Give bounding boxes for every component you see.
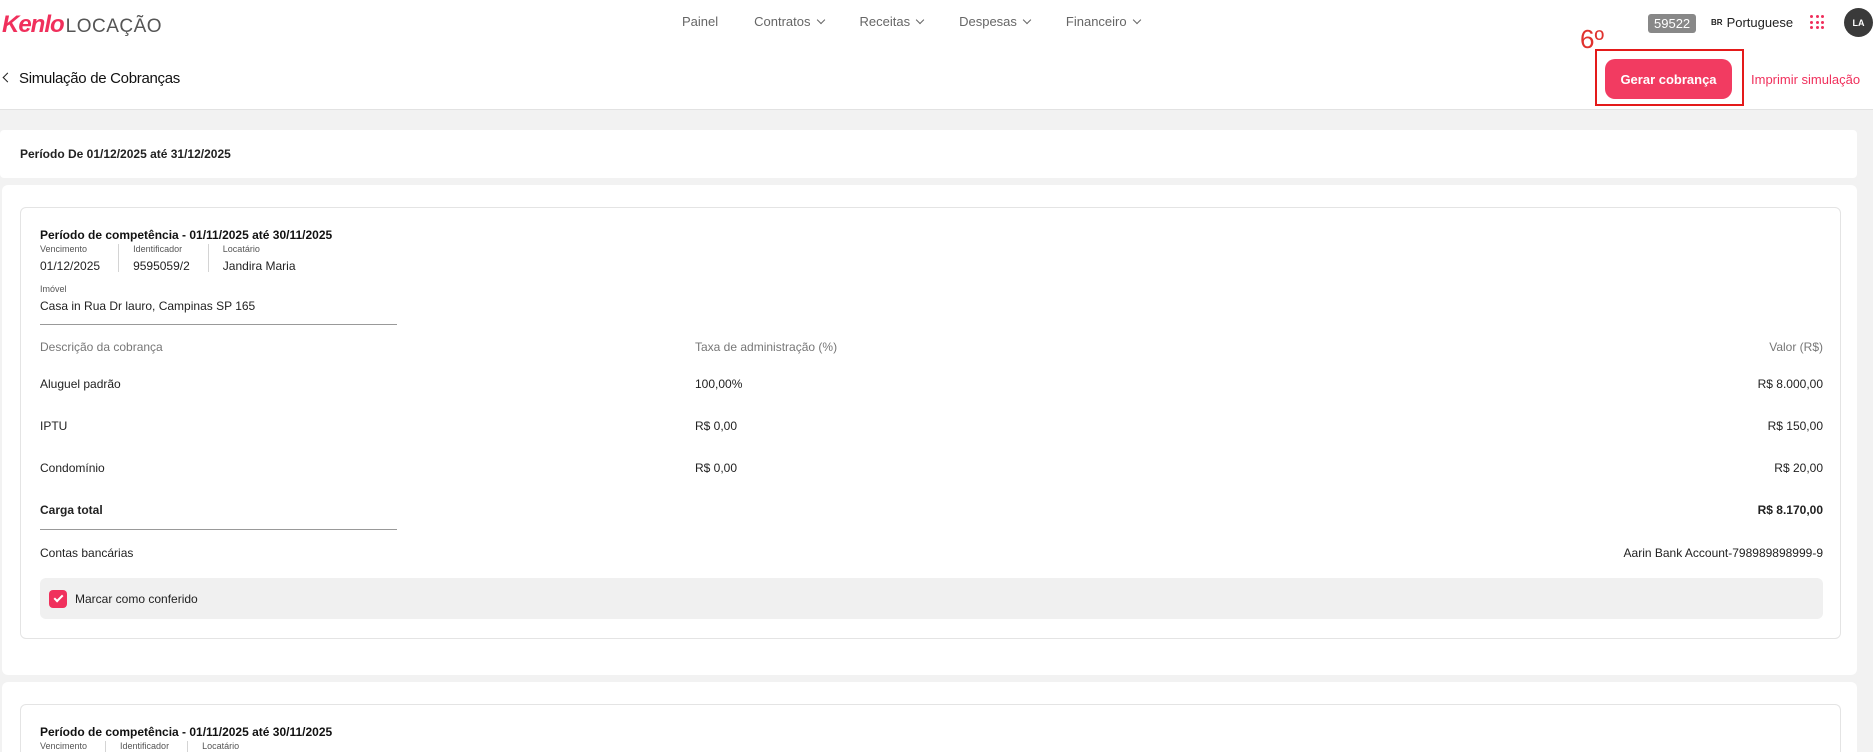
- item-description: Aluguel padrão: [40, 377, 121, 391]
- environment-badge: 59522: [1648, 14, 1697, 33]
- chevron-down-icon: [915, 15, 925, 25]
- competence-period: Período de competência - 01/11/2025 até …: [40, 228, 333, 242]
- chevron-down-icon: [816, 15, 825, 25]
- identifier-label: Identificador: [133, 244, 183, 254]
- item-value: R$ 8.000,00: [1757, 377, 1823, 391]
- tenant-label: Locatário: [222, 244, 260, 254]
- nav-financeiro[interactable]: Financeiro: [1065, 14, 1141, 29]
- period-bar: Período De 01/12/2025 até 31/12/2025: [0, 130, 1857, 178]
- charge-meta: Vencimento Identificador Locatário: [40, 741, 271, 752]
- nav-receitas[interactable]: Receitas: [859, 14, 925, 29]
- item-description: IPTU: [40, 419, 68, 433]
- kenlo-logo[interactable]: Kenlo LOCAÇÃO: [2, 11, 163, 38]
- identifier-label: Identificador: [120, 741, 170, 751]
- nav-despesas[interactable]: Despesas: [959, 14, 1032, 29]
- property-value: Casa in Rua Dr lauro, Campinas SP 165: [40, 299, 256, 313]
- logo-brand: Kenlo: [2, 11, 65, 38]
- charge-detail: Período de competência - 01/11/2025 até …: [20, 207, 1841, 639]
- due-date-field: Vencimento 01/12/2025: [40, 244, 120, 273]
- generate-charge-button[interactable]: Gerar cobrança: [1605, 59, 1732, 99]
- confirm-label: Marcar como conferido: [75, 591, 198, 606]
- col-admin-fee: Taxa de administração (%): [695, 340, 838, 354]
- item-fee: R$ 0,00: [695, 461, 738, 475]
- identifier-field: Identificador: [120, 741, 189, 752]
- page-title: Simulação de Cobranças: [19, 70, 180, 87]
- tenant-field: Locatário Jandira Maria: [222, 244, 314, 273]
- apps-grid-icon[interactable]: [1810, 15, 1824, 29]
- item-fee: R$ 0,00: [695, 419, 738, 433]
- item-value: R$ 20,00: [1774, 461, 1823, 475]
- item-value: R$ 150,00: [1767, 419, 1823, 433]
- col-value: Valor (R$): [1769, 340, 1823, 354]
- nav-label: Financeiro: [1065, 14, 1127, 29]
- tenant-value: Jandira Maria: [222, 259, 296, 273]
- logo-product: LOCAÇÃO: [65, 16, 163, 37]
- nav-label: Painel: [682, 14, 719, 29]
- chevron-down-icon: [1022, 15, 1032, 25]
- nav-contratos[interactable]: Contratos: [754, 14, 825, 29]
- property-field: Imóvel Casa in Rua Dr lauro, Campinas SP…: [40, 284, 255, 313]
- main-nav: Painel Contratos Receitas Despesas Finan…: [682, 14, 1176, 29]
- item-fee: 100,00%: [695, 377, 743, 391]
- competence-period: Período de competência - 01/11/2025 até …: [40, 725, 333, 739]
- charge-meta: Vencimento 01/12/2025 Identificador 9595…: [40, 244, 328, 273]
- tenant-label: Locatário: [202, 741, 240, 751]
- period-range: Período De 01/12/2025 até 31/12/2025: [20, 147, 231, 161]
- bank-accounts-label: Contas bancárias: [40, 546, 134, 560]
- due-date-field: Vencimento: [40, 741, 107, 752]
- charge-card: Período de competência - 01/11/2025 até …: [2, 682, 1857, 752]
- bank-account-value: Aarin Bank Account-798989898999-9: [1623, 546, 1823, 560]
- language-label: Portuguese: [1726, 15, 1794, 30]
- chevron-down-icon: [1132, 15, 1141, 25]
- confirm-bar: Marcar como conferido: [40, 578, 1823, 619]
- page-header: Simulação de Cobranças: [0, 46, 1873, 110]
- tenant-field: Locatário: [202, 741, 257, 752]
- nav-label: Contratos: [754, 14, 811, 29]
- nav-label: Despesas: [959, 14, 1017, 29]
- user-avatar[interactable]: LA: [1844, 8, 1873, 37]
- total-label: Carga total: [40, 503, 103, 517]
- print-simulation-link[interactable]: Imprimir simulação: [1751, 72, 1860, 87]
- due-date-label: Vencimento: [40, 244, 88, 254]
- col-description: Descrição da cobrança: [40, 340, 163, 354]
- total-value: R$ 8.170,00: [1757, 503, 1823, 517]
- due-date-label: Vencimento: [40, 741, 88, 751]
- charge-card: Período de competência - 01/11/2025 até …: [2, 185, 1857, 675]
- identifier-field: Identificador 9595059/2: [133, 244, 209, 273]
- charge-detail: Período de competência - 01/11/2025 até …: [20, 704, 1841, 752]
- divider: [40, 324, 397, 325]
- language-code: BR: [1711, 18, 1723, 27]
- item-description: Condomínio: [40, 461, 105, 475]
- check-icon: [53, 592, 63, 603]
- nav-painel[interactable]: Painel: [682, 14, 718, 29]
- language-selector[interactable]: BR Portuguese: [1711, 15, 1793, 30]
- property-label: Imóvel: [40, 284, 67, 294]
- identifier-value: 9595059/2: [133, 259, 190, 273]
- due-date-value: 01/12/2025: [40, 259, 101, 273]
- nav-label: Receitas: [859, 14, 911, 29]
- divider: [40, 529, 397, 530]
- confirm-checkbox[interactable]: [49, 589, 67, 608]
- back-arrow-icon[interactable]: [2, 72, 13, 83]
